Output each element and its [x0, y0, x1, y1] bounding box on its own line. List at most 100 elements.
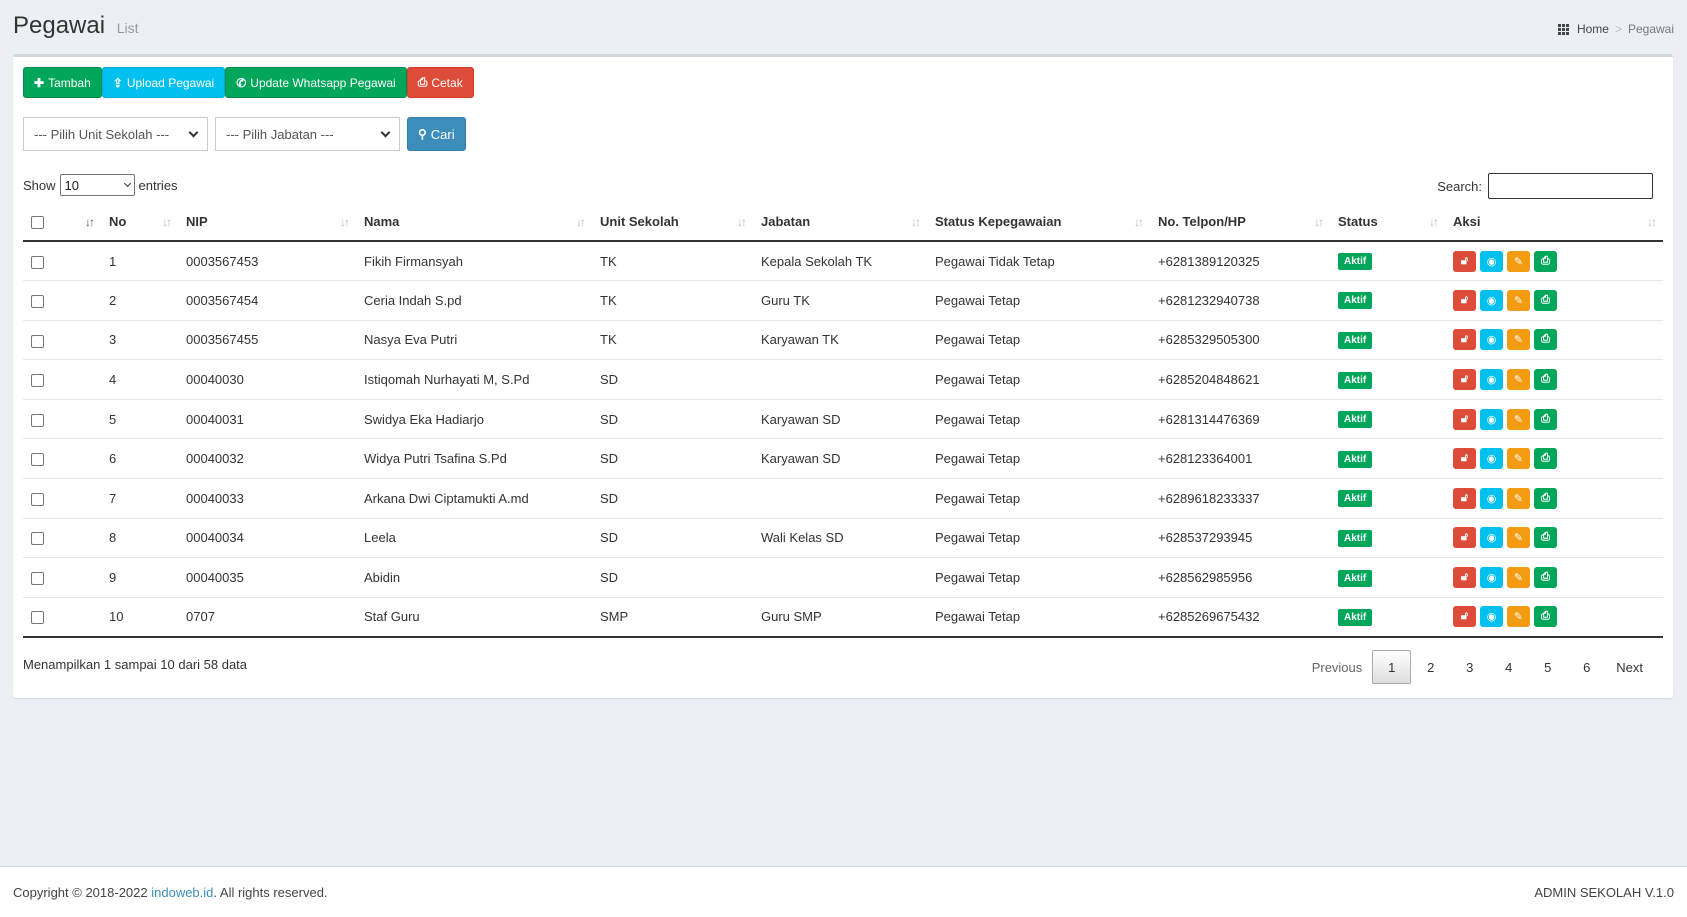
- print-icon[interactable]: ⎙: [1534, 250, 1557, 272]
- row-checkbox[interactable]: [31, 413, 44, 427]
- print-button[interactable]: ⎙ Cetak: [406, 67, 474, 98]
- add-button[interactable]: ✚ Tambah: [23, 67, 102, 98]
- pagination-page[interactable]: 3: [1450, 650, 1489, 684]
- select-all-checkbox[interactable]: [31, 216, 44, 230]
- table-row: 7 00040033 Arkana Dwi Ciptamukti A.md SD Peg…: [23, 478, 1663, 519]
- view-icon[interactable]: ◉: [1480, 448, 1503, 470]
- row-select-cell: [23, 438, 67, 480]
- edit-icon[interactable]: ✎: [1507, 250, 1530, 272]
- column-header[interactable]: Status ↓↑: [1330, 203, 1445, 242]
- status-badge: Aktif: [1338, 371, 1373, 389]
- column-header[interactable]: No. Telpon/HP ↓↑: [1150, 203, 1330, 242]
- print-icon[interactable]: ⎙: [1534, 567, 1557, 589]
- cell-jabatan: [753, 359, 927, 400]
- breadcrumb-home[interactable]: Home: [1577, 22, 1609, 36]
- view-icon[interactable]: ◉: [1480, 487, 1503, 509]
- status-badge: Aktif: [1338, 608, 1373, 626]
- table-row: 6 00040032 Widya Putri Tsafina S.Pd SD Karya…: [23, 438, 1663, 480]
- unlock-icon[interactable]: 🔓︎: [1453, 527, 1476, 549]
- jabatan-select[interactable]: --- Pilih Jabatan ---: [215, 117, 400, 151]
- row-checkbox[interactable]: [31, 453, 44, 467]
- edit-icon[interactable]: ✎: [1507, 408, 1530, 430]
- print-icon[interactable]: ⎙: [1534, 369, 1557, 391]
- unit-select[interactable]: --- Pilih Unit Sekolah ---: [23, 117, 208, 151]
- actions-cell: 🔓︎ ◉ ✎ ⎙: [1445, 557, 1663, 598]
- view-icon[interactable]: ◉: [1480, 408, 1503, 430]
- actions-cell: 🔓︎ ◉ ✎ ⎙: [1445, 241, 1663, 282]
- column-header[interactable]: Aksi ↓↑: [1445, 203, 1663, 242]
- row-checkbox[interactable]: [31, 255, 44, 269]
- unlock-icon[interactable]: 🔓︎: [1453, 369, 1476, 391]
- column-header[interactable]: Nama ↓↑: [356, 203, 592, 242]
- row-checkbox[interactable]: [31, 374, 44, 388]
- column-header[interactable]: Unit Sekolah ↓↑: [592, 203, 753, 242]
- column-header[interactable]: Jabatan ↓↑: [753, 203, 927, 242]
- sort-header[interactable]: ↓↑: [67, 203, 101, 242]
- cell-jabatan: Guru SMP: [753, 597, 927, 638]
- pagination-previous[interactable]: Previous: [1302, 650, 1373, 684]
- actions-cell: 🔓︎ ◉ ✎ ⎙: [1445, 597, 1663, 638]
- search-input[interactable]: [1488, 173, 1653, 199]
- unlock-icon[interactable]: 🔓︎: [1453, 567, 1476, 589]
- view-icon[interactable]: ◉: [1480, 606, 1503, 628]
- row-checkbox[interactable]: [31, 572, 44, 586]
- cell-nip: 00040031: [178, 399, 356, 440]
- column-header[interactable]: NIP ↓↑: [178, 203, 356, 242]
- print-icon[interactable]: ⎙: [1534, 527, 1557, 549]
- edit-icon[interactable]: ✎: [1507, 369, 1530, 391]
- unlock-icon[interactable]: 🔓︎: [1453, 289, 1476, 311]
- status-badge: Aktif: [1338, 529, 1373, 547]
- view-icon[interactable]: ◉: [1480, 527, 1503, 549]
- edit-icon[interactable]: ✎: [1507, 329, 1530, 351]
- view-icon[interactable]: ◉: [1480, 369, 1503, 391]
- print-icon[interactable]: ⎙: [1534, 408, 1557, 430]
- breadcrumb-current: Pegawai: [1627, 22, 1674, 36]
- sort-cell: [67, 438, 101, 480]
- edit-icon[interactable]: ✎: [1507, 289, 1530, 311]
- pagination-page[interactable]: 5: [1528, 650, 1567, 684]
- edit-icon[interactable]: ✎: [1507, 527, 1530, 549]
- sort-cell: [67, 399, 101, 440]
- column-header[interactable]: Status Kepegawaian ↓↑: [927, 203, 1150, 242]
- print-icon[interactable]: ⎙: [1534, 289, 1557, 311]
- row-checkbox[interactable]: [31, 611, 44, 625]
- pagination-page[interactable]: 1: [1372, 650, 1412, 684]
- row-checkbox[interactable]: [31, 532, 44, 546]
- cell-telp: +6289618233337: [1150, 478, 1330, 519]
- row-checkbox[interactable]: [31, 294, 44, 308]
- edit-icon[interactable]: ✎: [1507, 487, 1530, 509]
- row-checkbox[interactable]: [31, 492, 44, 506]
- table-row: 5 00040031 Swidya Eka Hadiarjo SD Karyawan S…: [23, 399, 1663, 440]
- footer-link[interactable]: indoweb.id: [151, 885, 213, 900]
- sort-icon: ↓↑: [1647, 215, 1657, 229]
- view-icon[interactable]: ◉: [1480, 329, 1503, 351]
- edit-icon[interactable]: ✎: [1507, 567, 1530, 589]
- view-icon[interactable]: ◉: [1480, 289, 1503, 311]
- unlock-icon[interactable]: 🔓︎: [1453, 487, 1476, 509]
- edit-icon[interactable]: ✎: [1507, 448, 1530, 470]
- pagination-page[interactable]: 4: [1489, 650, 1528, 684]
- upload-button[interactable]: ⇪ Upload Pegawai: [101, 67, 226, 98]
- unlock-icon[interactable]: 🔓︎: [1453, 329, 1476, 351]
- pagination-page[interactable]: 6: [1567, 650, 1606, 684]
- update-whatsapp-button[interactable]: ✆ Update Whatsapp Pegawai: [225, 67, 407, 98]
- unlock-icon[interactable]: 🔓︎: [1453, 606, 1476, 628]
- print-icon[interactable]: ⎙: [1534, 448, 1557, 470]
- pagination-page[interactable]: 2: [1411, 650, 1450, 684]
- print-icon[interactable]: ⎙: [1534, 329, 1557, 351]
- column-header[interactable]: No ↓↑: [101, 203, 178, 242]
- pagination-next[interactable]: Next: [1606, 650, 1653, 684]
- unlock-icon[interactable]: 🔓︎: [1453, 448, 1476, 470]
- edit-icon[interactable]: ✎: [1507, 606, 1530, 628]
- cell-unit: SMP: [592, 597, 753, 638]
- unlock-icon[interactable]: 🔓︎: [1453, 250, 1476, 272]
- view-icon[interactable]: ◉: [1480, 567, 1503, 589]
- search-button[interactable]: ⚲ Cari: [407, 117, 466, 151]
- cell-nama: Nasya Eva Putri: [356, 320, 592, 361]
- page-length-select[interactable]: 10: [59, 174, 135, 196]
- print-icon[interactable]: ⎙: [1534, 487, 1557, 509]
- view-icon[interactable]: ◉: [1480, 250, 1503, 272]
- unlock-icon[interactable]: 🔓︎: [1453, 408, 1476, 430]
- row-checkbox[interactable]: [31, 334, 44, 348]
- print-icon[interactable]: ⎙: [1534, 606, 1557, 628]
